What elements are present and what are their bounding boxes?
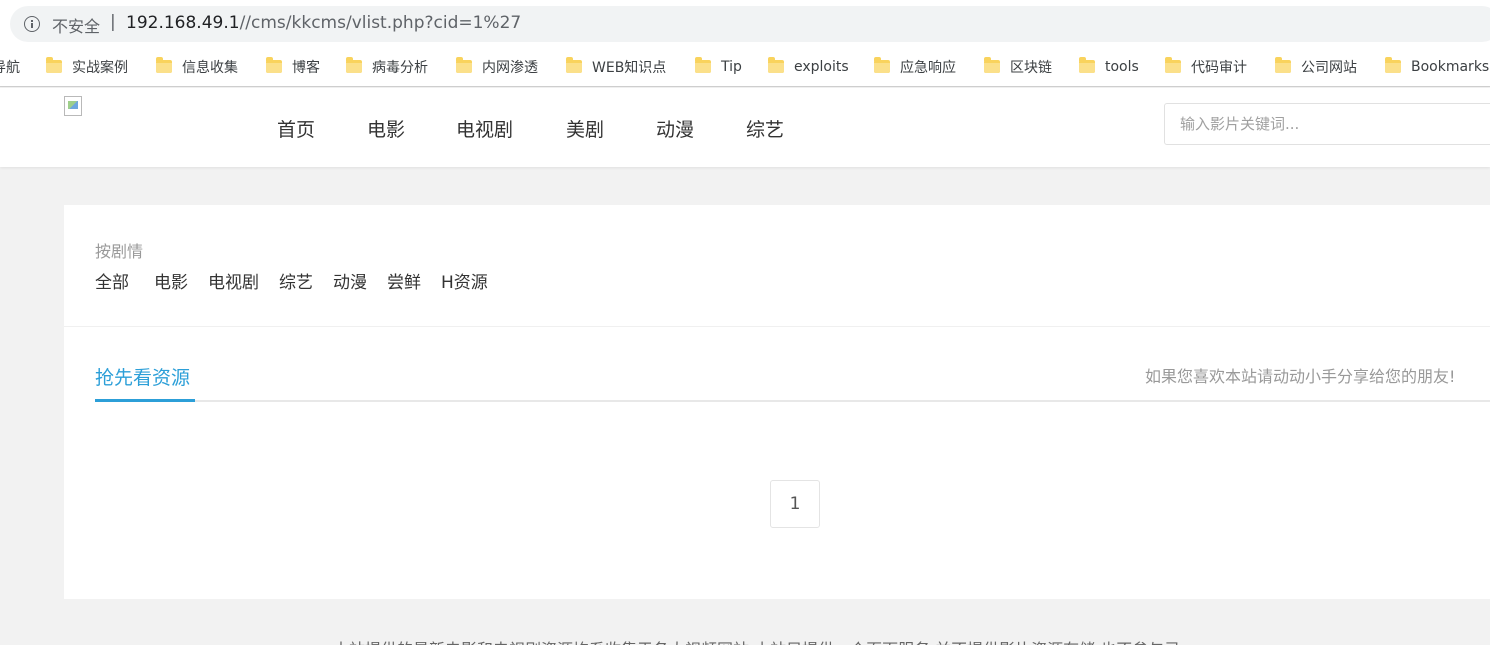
bookmark-label: 信息收集 (182, 59, 238, 76)
folder-icon (1079, 57, 1095, 73)
bookmark-folder[interactable]: 内网渗透 (456, 46, 538, 87)
bookmark-folder[interactable]: Bookmarks (1385, 46, 1489, 87)
share-hint: 如果您喜欢本站请动动小手分享给您的朋友! (1145, 367, 1456, 386)
address-separator: | (110, 12, 116, 32)
filter-movies[interactable]: 电影 (154, 268, 188, 293)
folder-icon (1275, 57, 1291, 73)
bookmark-folder[interactable]: 应急响应 (874, 46, 956, 87)
filter-title: 按剧情 (95, 242, 144, 261)
bookmark-folder[interactable]: 病毒分析 (346, 46, 428, 87)
bookmark-folder[interactable]: 代码审计 (1165, 46, 1247, 87)
folder-icon (46, 57, 62, 73)
bookmark-label: 博客 (292, 59, 320, 76)
bookmark-folder[interactable]: tools (1079, 46, 1139, 87)
folder-icon (156, 57, 172, 73)
filter-variety[interactable]: 综艺 (279, 268, 313, 293)
folder-icon (695, 57, 711, 73)
nav-variety[interactable]: 综艺 (746, 115, 784, 143)
bookmark-label: 区块链 (1010, 59, 1052, 76)
folder-icon (1165, 57, 1181, 73)
bookmark-folder[interactable]: Tip (695, 46, 742, 87)
nav-movies[interactable]: 电影 (367, 115, 405, 143)
folder-icon (984, 57, 1000, 73)
bookmark-label: 实战案例 (72, 59, 128, 76)
bookmark-label: exploits (794, 58, 849, 75)
url-text[interactable]: 192.168.49.1//cms/kkcms/vlist.php?cid=1%… (126, 13, 521, 33)
filter-tv-series[interactable]: 电视剧 (208, 268, 259, 293)
search-input[interactable] (1164, 103, 1490, 145)
filter-preview[interactable]: 尝鲜 (387, 268, 421, 293)
browser-address-bar: 不安全 | 192.168.49.1//cms/kkcms/vlist.php?… (0, 0, 1490, 46)
bookmark-label: Tip (721, 58, 742, 75)
bookmark-label: WEB知识点 (592, 59, 667, 76)
page-button-1[interactable]: 1 (770, 480, 820, 528)
info-icon[interactable] (24, 16, 40, 32)
bookmarks-bar: 导航 实战案例 信息收集 博客 病毒分析 内网渗透 WEB知识点 Tip exp… (0, 46, 1490, 87)
folder-icon (566, 57, 582, 73)
folder-icon (346, 57, 362, 73)
nav-anime[interactable]: 动漫 (656, 115, 694, 143)
bookmark-label: tools (1105, 58, 1139, 75)
folder-icon (1385, 57, 1401, 73)
bookmark-label: 导航 (0, 59, 20, 76)
bookmark-label: Bookmarks (1411, 58, 1490, 75)
filter-all[interactable]: 全部 (95, 268, 129, 293)
footer-disclaimer: 本站提供的最新电影和电视剧资源均系收集于各大视频网站,本站只提供一个页面服务,并… (333, 636, 1180, 645)
bookmark-label: 病毒分析 (372, 59, 428, 76)
filter-anime[interactable]: 动漫 (333, 268, 367, 293)
bookmark-folder[interactable]: 博客 (266, 46, 320, 87)
broken-logo-image[interactable] (64, 96, 82, 116)
bookmark-label: 内网渗透 (482, 59, 538, 76)
folder-icon (874, 57, 890, 73)
active-tab-indicator (95, 399, 195, 402)
bookmark-folder[interactable]: 公司网站 (1275, 46, 1357, 87)
nav-home[interactable]: 首页 (277, 115, 315, 143)
tab-preview-resources[interactable]: 抢先看资源 (95, 363, 190, 390)
bookmark-label: 公司网站 (1301, 59, 1357, 76)
bookmark-folder[interactable]: 实战案例 (46, 46, 128, 87)
nav-us-series[interactable]: 美剧 (566, 115, 604, 143)
bookmark-label: 代码审计 (1191, 59, 1247, 76)
folder-icon (768, 57, 784, 73)
url-path: //cms/kkcms/vlist.php?cid=1%27 (239, 13, 522, 33)
bookmark-label: 应急响应 (900, 59, 956, 76)
site-header: 首页 电影 电视剧 美剧 动漫 综艺 (0, 88, 1490, 167)
bookmark-folder[interactable]: WEB知识点 (566, 46, 666, 87)
tab-baseline (95, 400, 1490, 402)
bookmark-folder[interactable]: 信息收集 (156, 46, 238, 87)
bookmark-nav[interactable]: 导航 (0, 46, 20, 87)
content-card: 按剧情 全部 电影 电视剧 综艺 动漫 尝鲜 H资源 抢先看资源 如果您喜欢本站… (64, 205, 1490, 599)
url-host: 192.168.49.1 (126, 13, 240, 33)
bookmark-folder[interactable]: 区块链 (984, 46, 1052, 87)
section-divider (64, 326, 1490, 327)
folder-icon (456, 57, 472, 73)
nav-tv-series[interactable]: 电视剧 (456, 115, 513, 143)
bookmark-folder[interactable]: exploits (768, 46, 849, 87)
folder-icon (266, 57, 282, 73)
filter-h-resources[interactable]: H资源 (441, 268, 488, 293)
security-label[interactable]: 不安全 (52, 13, 100, 37)
